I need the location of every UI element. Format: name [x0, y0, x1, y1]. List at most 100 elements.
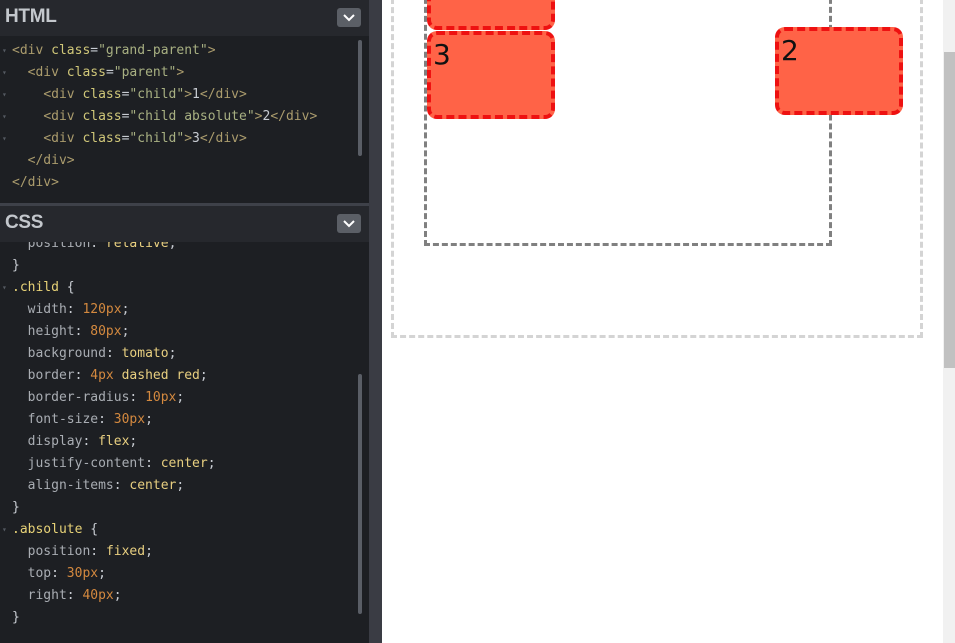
fold-triangle-icon[interactable]: ▾	[2, 40, 12, 62]
code-token: >	[184, 131, 193, 146]
code-token: </div>	[199, 87, 247, 102]
code-token: :	[66, 302, 83, 317]
pane-resize-divider[interactable]	[369, 0, 382, 643]
css-code-editor[interactable]: position: relative;} ▾ .child { width: 120…	[0, 242, 357, 643]
code-token: "child"	[129, 131, 185, 146]
code-line[interactable]: right: 40px;	[0, 585, 122, 607]
code-line[interactable]: ▾ .child {	[0, 277, 75, 299]
code-line[interactable]: }	[0, 255, 20, 277]
code-token: <div	[43, 109, 83, 124]
code-line[interactable]: background: tomato;	[0, 343, 177, 365]
code-line[interactable]: font-size: 30px;	[0, 409, 153, 431]
fold-triangle-icon[interactable]: ▾	[2, 128, 12, 150]
code-token: ;	[121, 302, 130, 317]
code-line[interactable]: </div>	[0, 172, 59, 194]
code-token: center	[160, 456, 208, 471]
code-token: "child"	[129, 87, 185, 102]
html-panel-toggle-button[interactable]	[337, 8, 361, 27]
code-editor: HTML ▾ <div class="grand-parent"> ▾ <div c…	[0, 0, 369, 643]
code-line[interactable]: justify-content: center;	[0, 453, 216, 475]
code-line[interactable]: ▾ <div class="child">1</div>	[0, 84, 247, 106]
code-token: :	[145, 456, 161, 471]
code-token: ;	[168, 242, 177, 251]
code-token: =	[105, 65, 114, 80]
code-line[interactable]: display: flex;	[0, 431, 138, 453]
html-panel-title: HTML	[5, 6, 57, 27]
code-token: width	[27, 302, 67, 317]
code-token: ;	[168, 346, 177, 361]
code-line[interactable]: position: fixed;	[0, 541, 153, 563]
code-token: <div	[43, 87, 83, 102]
code-token: :	[90, 544, 106, 559]
code-token: }	[12, 610, 20, 625]
code-token: 1	[192, 87, 200, 102]
code-token: ;	[176, 478, 185, 493]
code-token: }	[12, 500, 20, 515]
code-token: =	[90, 43, 99, 58]
css-panel-toggle-button[interactable]	[337, 214, 361, 233]
code-token: 4px	[90, 368, 114, 383]
code-token: font-size	[27, 412, 99, 427]
code-line[interactable]: ▾ <div class="parent">	[0, 62, 184, 84]
fold-triangle-icon[interactable]: ▾	[2, 277, 12, 299]
preview-scrollbar-thumb[interactable]	[944, 52, 955, 368]
fold-triangle-icon[interactable]: ▾	[2, 106, 12, 128]
code-line[interactable]: border-radius: 10px;	[0, 387, 185, 409]
chevron-down-icon	[343, 220, 355, 228]
code-token: >	[184, 87, 193, 102]
css-scrollbar[interactable]	[358, 374, 362, 614]
code-token: dashed red	[121, 368, 200, 383]
code-token: :	[66, 588, 83, 603]
code-token: {	[66, 280, 75, 295]
code-token: </div>	[12, 175, 59, 190]
fold-triangle-icon[interactable]: ▾	[2, 84, 12, 106]
code-line[interactable]: ▾ <div class="child">3</div>	[0, 128, 247, 150]
code-line[interactable]: align-items: center;	[0, 475, 185, 497]
code-token: .child	[12, 280, 67, 295]
code-token: <div	[27, 65, 67, 80]
code-line[interactable]: border: 4px dashed red;	[0, 365, 208, 387]
fold-triangle-icon[interactable]: ▾	[2, 519, 12, 541]
code-line[interactable]: ▾ <div class="grand-parent">	[0, 40, 216, 62]
code-token: display	[27, 434, 83, 449]
code-token: .absolute	[12, 522, 91, 537]
code-line[interactable]: ▾ .absolute {	[0, 519, 98, 541]
code-token: border	[27, 368, 75, 383]
code-token: class	[82, 131, 122, 146]
code-token: 40px	[82, 588, 114, 603]
code-token: {	[90, 522, 99, 537]
code-token: border-radius	[27, 390, 130, 405]
code-token: top	[27, 566, 52, 581]
code-token: :	[90, 242, 106, 251]
html-scrollbar[interactable]	[358, 40, 362, 156]
fold-triangle-icon[interactable]: ▾	[2, 62, 12, 84]
code-line[interactable]: </div>	[0, 150, 75, 172]
code-token: ;	[199, 368, 208, 383]
code-line[interactable]: height: 80px;	[0, 321, 130, 343]
code-line[interactable]: }	[0, 607, 20, 629]
html-code-editor[interactable]: ▾ <div class="grand-parent"> ▾ <div class=…	[0, 36, 357, 202]
code-line[interactable]: width: 120px;	[0, 299, 130, 321]
code-token: "grand-parent"	[98, 43, 208, 58]
code-line[interactable]: }	[0, 497, 20, 519]
code-line[interactable]: top: 30px;	[0, 563, 106, 585]
code-token: 120px	[82, 302, 122, 317]
code-line[interactable]: ▾ <div class="child absolute">2</div>	[0, 106, 317, 128]
preview-pane: 3 2	[382, 0, 943, 643]
code-line[interactable]: position: relative;	[0, 242, 177, 255]
